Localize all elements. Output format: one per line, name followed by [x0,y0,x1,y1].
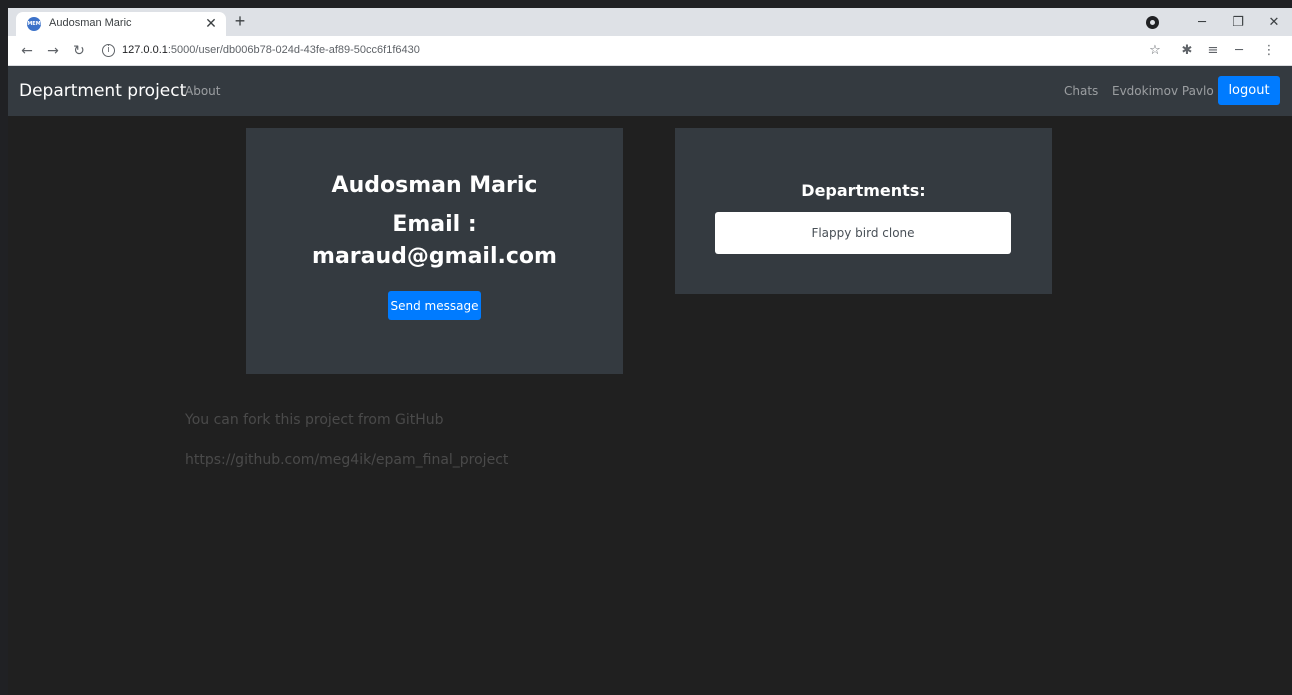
email-label: Email : [392,212,477,237]
user-profile-card: Audosman Maric Email : maraud@gmail.com … [246,128,623,374]
github-link[interactable]: https://github.com/meg4ik/epam_final_pro… [185,452,508,468]
tab-close-icon[interactable]: ✕ [203,15,219,31]
tab-title: Audosman Maric [49,17,132,29]
bookmark-star-icon[interactable]: ☆ [1146,42,1164,60]
minimize-icon[interactable]: ─ [1184,8,1220,36]
info-icon[interactable]: i [102,44,115,57]
nav-about-link[interactable]: About [185,84,220,98]
browser-toolbar: ← → ↻ i 127.0.0.1:5000/user/db006b78-024… [8,36,1292,66]
forward-icon[interactable]: → [44,42,62,60]
back-icon[interactable]: ← [18,42,36,60]
url-path: :5000/user/db006b78-024d-43fe-af89-50cc6… [167,44,420,56]
favicon-icon: MEM [27,17,41,31]
restore-icon[interactable]: ❐ [1220,8,1256,36]
browser-chrome: MEM Audosman Maric ✕ + ─ ❐ ✕ ← → ↻ i 127… [8,8,1292,66]
department-item[interactable]: Flappy bird clone [715,212,1011,254]
user-email: maraud@gmail.com [312,244,557,269]
top-navbar: Department project About Chats Evdokimov… [8,66,1292,116]
browser-tab[interactable]: MEM Audosman Maric ✕ [16,12,226,36]
send-message-button[interactable]: Send message [388,291,481,320]
reading-list-icon[interactable]: ≡ [1204,42,1222,60]
brand-link[interactable]: Department project [19,81,186,101]
logout-button[interactable]: logout [1218,76,1280,105]
address-bar[interactable]: i 127.0.0.1:5000/user/db006b78-024d-43fe… [102,41,1122,61]
url-text[interactable]: 127.0.0.1:5000/user/db006b78-024d-43fe-a… [122,44,420,56]
close-window-icon[interactable]: ✕ [1256,8,1292,36]
new-tab-icon[interactable]: + [230,11,250,31]
reload-icon[interactable]: ↻ [70,42,88,60]
footer-text: You can fork this project from GitHub [185,412,444,428]
user-name: Audosman Maric [331,173,538,198]
tab-strip: MEM Audosman Maric ✕ + ─ ❐ ✕ [8,8,1292,36]
extensions-icon[interactable]: ✱ [1178,42,1196,60]
nav-chats-link[interactable]: Chats [1064,84,1098,98]
more-menu-icon[interactable]: ⋮ [1260,42,1278,60]
window-controls: ─ ❐ ✕ [1184,8,1292,36]
minus-icon[interactable]: ─ [1230,42,1248,60]
url-host: 127.0.0.1 [122,44,168,56]
profile-icon[interactable] [1146,16,1159,29]
page-body: Department project About Chats Evdokimov… [8,66,1292,695]
departments-title: Departments: [801,181,926,200]
nav-user-link[interactable]: Evdokimov Pavlo [1112,84,1214,98]
departments-card: Departments: Flappy bird clone [675,128,1052,294]
